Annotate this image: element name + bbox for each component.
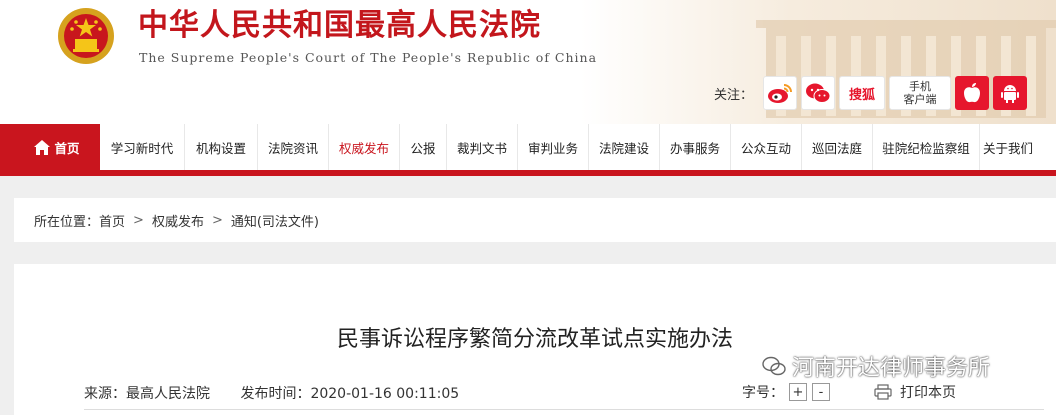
android-icon [1001, 85, 1020, 103]
main-nav: 首页 学习新时代 机构设置 法院资讯 权威发布 公报 裁判文书 审判业务 法院建… [14, 124, 1056, 170]
nav-item[interactable]: 裁判文书 [447, 124, 518, 170]
home-icon [34, 139, 51, 155]
watermark-text: 河南开达律师事务所 [792, 356, 991, 381]
national-emblem-icon [58, 8, 114, 64]
weibo-button[interactable] [763, 76, 798, 110]
wechat-watermark-icon [762, 356, 786, 376]
mobile-client-label-1: 手机 [909, 80, 932, 93]
nav-item[interactable]: 审判业务 [518, 124, 589, 170]
watermark: 河南开达律师事务所 [762, 350, 990, 382]
meta-divider [84, 409, 1044, 410]
article-meta: 来源：最高人民法院 发布时间：2020-01-16 00:11:05 [84, 383, 485, 403]
font-increase-button[interactable]: + [789, 383, 807, 401]
article-time: 发布时间：2020-01-16 00:11:05 [240, 386, 459, 402]
time-label: 发布时间： [240, 386, 311, 402]
article-tools: 字号： + - 打印本页 [742, 382, 956, 402]
follow-label: 关注： [714, 87, 754, 103]
time-value: 2020-01-16 00:11:05 [310, 386, 460, 402]
nav-item[interactable]: 关于我们 [980, 124, 1036, 170]
apple-icon [964, 83, 981, 103]
nav-home-label: 首页 [54, 140, 80, 156]
site-header: 中华人民共和国最高人民法院 The Supreme People's Court… [0, 0, 1056, 124]
print-label: 打印本页 [900, 385, 956, 401]
breadcrumb-link-category[interactable]: 通知(司法文件) [231, 211, 319, 230]
breadcrumb-link-section[interactable]: 权威发布 [152, 211, 204, 230]
font-decrease-button[interactable]: - [812, 383, 830, 401]
android-app-button[interactable] [993, 76, 1028, 110]
nav-item[interactable]: 巡回法庭 [802, 124, 873, 170]
font-size-label: 字号： [742, 385, 784, 401]
print-button[interactable]: 打印本页 [874, 382, 956, 402]
article-panel: 民事诉讼程序繁简分流改革试点实施办法 来源：最高人民法院 发布时间：2020-0… [14, 264, 1056, 415]
nav-item[interactable]: 公众互动 [731, 124, 802, 170]
mobile-client-label-2: 客户端 [903, 93, 937, 106]
nav-item-home[interactable]: 首页 [14, 124, 100, 170]
apple-app-button[interactable] [955, 76, 990, 110]
printer-icon [874, 384, 892, 400]
nav-item[interactable]: 学习新时代 [100, 124, 185, 170]
nav-item-active[interactable]: 权威发布 [329, 124, 400, 170]
nav-item[interactable]: 法院建设 [589, 124, 660, 170]
mobile-client-button[interactable]: 手机 客户端 [889, 76, 952, 110]
chevron-right-icon: > [133, 212, 144, 228]
article-source: 来源：最高人民法院 [84, 386, 210, 402]
weibo-icon [768, 84, 793, 103]
nav-item[interactable]: 法院资讯 [258, 124, 329, 170]
nav-item[interactable]: 机构设置 [185, 124, 258, 170]
sohu-button[interactable]: 搜狐 [839, 76, 886, 110]
source-label: 来源： [84, 386, 126, 402]
site-title: 中华人民共和国最高人民法院 [138, 8, 541, 43]
nav-item[interactable]: 公报 [400, 124, 447, 170]
article-title: 民事诉讼程序繁简分流改革试点实施办法 [336, 327, 733, 352]
wechat-button[interactable] [801, 76, 836, 110]
chevron-right-icon: > [211, 212, 223, 228]
nav-item[interactable]: 驻院纪检监察组 [873, 124, 980, 170]
sohu-icon: 搜狐 [849, 87, 876, 103]
social-follow-bar: 关注： 搜狐 手机 客户端 [714, 76, 1028, 110]
source-value: 最高人民法院 [126, 386, 210, 402]
breadcrumb-link-home[interactable]: 首页 [99, 211, 125, 230]
nav-item[interactable]: 办事服务 [660, 124, 731, 170]
breadcrumb-prefix: 所在位置： [34, 214, 100, 230]
site-subtitle: The Supreme People's Court of The People… [139, 50, 598, 65]
breadcrumb: 所在位置： 首页 > 权威发布 > 通知(司法文件) [14, 198, 1056, 242]
wechat-icon [806, 83, 831, 103]
